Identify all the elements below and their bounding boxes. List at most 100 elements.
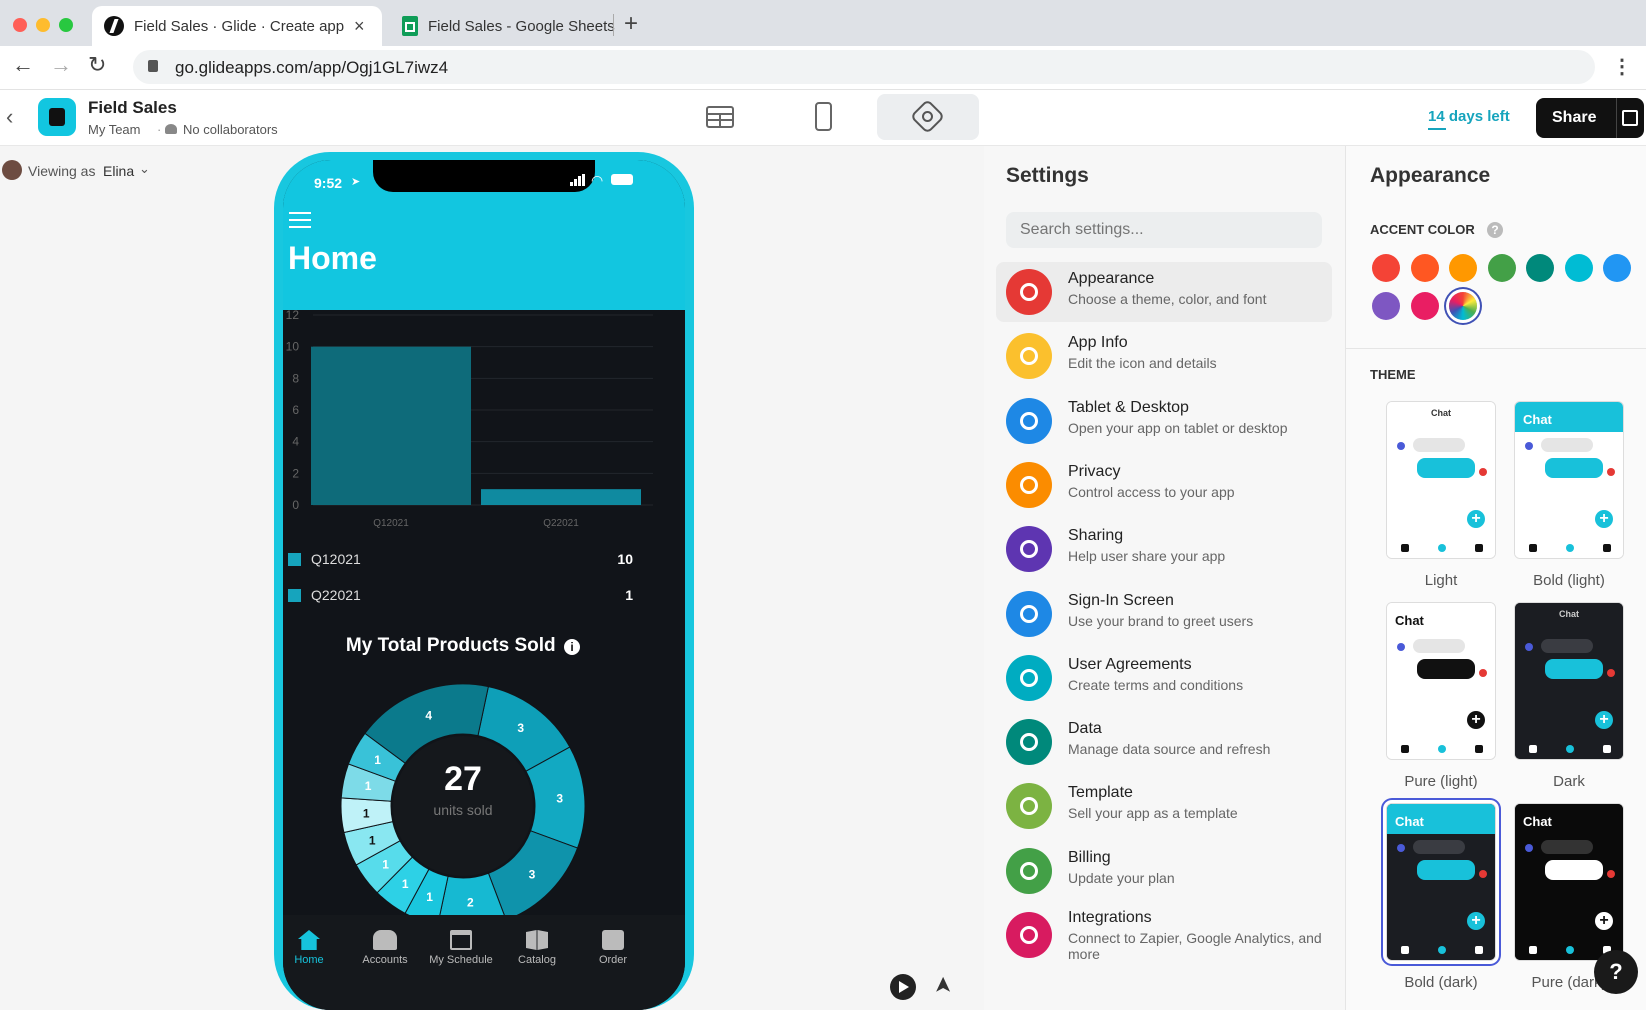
browser-menu-icon[interactable]: ⋮ [1612, 54, 1632, 79]
theme-card-bold-light[interactable]: Chat + [1514, 401, 1624, 559]
y-tick-label: 0 [292, 498, 299, 512]
accent-color-swatch[interactable] [1487, 254, 1516, 282]
y-tick-label: 12 [286, 310, 300, 322]
settings-item-subtitle: Choose a theme, color, and font [1068, 291, 1267, 307]
back-icon[interactable]: ← [12, 52, 34, 78]
settings-item-data[interactable]: Data Manage data source and refresh [996, 712, 1332, 772]
divider [1346, 348, 1646, 349]
plus-icon: + [1595, 711, 1613, 729]
donut-slice-label: 1 [402, 877, 409, 891]
x-tick-label: Q22021 [543, 518, 579, 529]
theme-label-text: Bold (dark) [1404, 974, 1478, 991]
theme-card-pure-light[interactable]: Chat + [1386, 602, 1496, 760]
custom-color-swatch[interactable] [1449, 292, 1477, 320]
chevron-down-icon[interactable]: ⌄ [139, 161, 150, 177]
help-icon[interactable]: ? [1487, 222, 1503, 238]
settings-item-appearance[interactable]: Appearance Choose a theme, color, and fon… [996, 262, 1332, 322]
bar[interactable] [481, 489, 641, 505]
accent-color-swatch[interactable] [1564, 254, 1593, 282]
viewing-as-name[interactable]: Elina [103, 163, 134, 179]
accent-color-swatch[interactable] [1372, 292, 1400, 320]
settings-item-template[interactable]: Template Sell your app as a template [996, 776, 1332, 836]
theme-card-pure-dark[interactable]: Chat + [1514, 803, 1624, 961]
accent-color-label: ACCENT COLOR [1370, 222, 1475, 237]
settings-item-integrations[interactable]: Integrations Connect to Zapier, Google An… [996, 905, 1332, 965]
settings-item-title: Integrations [1068, 909, 1152, 926]
bar[interactable] [311, 346, 471, 505]
billing-icon [1006, 847, 1052, 894]
nav-item-catalog[interactable]: Catalog [497, 920, 577, 966]
cursor-mode-icon[interactable]: ➤ [930, 976, 956, 994]
new-tab-icon[interactable]: + [624, 10, 638, 38]
donut-slice-label: 4 [425, 708, 432, 722]
maximize-window-icon[interactable] [59, 18, 73, 32]
signal-icon [570, 174, 586, 186]
settings-item-user-agreements[interactable]: User Agreements Create terms and conditio… [996, 648, 1332, 708]
app-name: Field Sales [88, 98, 177, 117]
y-tick-label: 2 [292, 466, 299, 480]
theme-label: THEME [1370, 367, 1416, 382]
donut-slice-label: 1 [374, 753, 381, 767]
y-tick-label: 8 [292, 371, 299, 385]
plus-icon: + [1467, 912, 1485, 930]
settings-item-title: Appearance [1068, 270, 1155, 287]
app-logo-icon[interactable] [38, 98, 76, 136]
help-button[interactable]: ? [1594, 950, 1638, 994]
close-window-icon[interactable] [13, 18, 27, 32]
settings-item-app-info[interactable]: App Info Edit the icon and details [996, 326, 1332, 386]
nav-item-my-schedule[interactable]: My Schedule [421, 920, 501, 966]
settings-item-billing[interactable]: Billing Update your plan [996, 841, 1332, 901]
external-link-icon [1622, 110, 1638, 126]
nav-label: Accounts [362, 954, 408, 966]
accent-color-swatch[interactable] [1449, 254, 1477, 282]
glide-icon [104, 16, 124, 36]
plus-icon: + [1595, 912, 1613, 930]
bar-chart: 0 2 4 6 8 10 12 Q12021 Q22021 [286, 310, 653, 529]
settings-item-sign-in-screen[interactable]: Sign-In Screen Use your brand to greet us… [996, 584, 1332, 644]
settings-item-tablet-desktop[interactable]: Tablet & Desktop Open your app on tablet … [996, 391, 1332, 451]
search-settings-input[interactable] [1006, 212, 1322, 248]
minimize-window-icon[interactable] [36, 18, 50, 32]
theme-card-light[interactable]: Chat + [1386, 401, 1496, 559]
accent-color-swatch[interactable] [1410, 292, 1439, 320]
browser-tab-sheets[interactable]: Field Sales - Google Sheets [390, 6, 630, 46]
play-button[interactable] [890, 974, 916, 1000]
trial-days-left[interactable]: 14 days left [1428, 108, 1510, 125]
theme-card-title: Chat [1395, 814, 1424, 829]
settings-tab[interactable] [877, 94, 979, 140]
theme-card-dark[interactable]: Chat + [1514, 602, 1624, 760]
settings-item-title: Sharing [1068, 527, 1124, 545]
settings-item-subtitle: Control access to your app [1068, 483, 1235, 500]
plus-icon: + [1595, 510, 1613, 528]
back-chevron-icon[interactable]: ‹ [6, 104, 13, 130]
screen-title: Home [288, 240, 377, 276]
reload-icon[interactable]: ↻ [88, 52, 106, 78]
data-editor-icon[interactable] [706, 106, 734, 128]
settings-item-sharing[interactable]: Sharing Help user share your app [996, 519, 1332, 579]
theme-card-bold-dark[interactable]: Chat + [1386, 803, 1496, 961]
hamburger-menu-icon[interactable] [289, 212, 311, 228]
battery-icon [611, 174, 633, 185]
settings-item-subtitle: Connect to Zapier, Google Analytics, and… [1068, 930, 1322, 962]
status-time: 9:52 [314, 175, 343, 191]
forward-icon[interactable]: → [50, 52, 72, 78]
share-button[interactable]: Share [1536, 98, 1644, 138]
layout-editor-icon[interactable] [815, 102, 832, 131]
accent-color-swatch[interactable] [1603, 254, 1631, 282]
dot-separator: · [157, 122, 162, 137]
nav-item-home[interactable]: Home [283, 920, 349, 966]
browser-tab-glide[interactable]: Field Sales · Glide · Create apps × [92, 6, 382, 46]
nav-label: My Schedule [429, 954, 493, 966]
nav-item-accounts[interactable]: Accounts [345, 920, 425, 966]
legend-row: Q22021 1 [288, 581, 633, 615]
settings-item-privacy[interactable]: Privacy Control access to your app [996, 455, 1332, 515]
settings-item-title: Billing [1068, 848, 1111, 866]
accent-color-swatch[interactable] [1410, 254, 1439, 282]
accent-color-swatch[interactable] [1526, 254, 1554, 282]
tab-close-icon[interactable]: × [354, 16, 365, 37]
nav-item-order[interactable]: Order [573, 920, 653, 966]
accent-color-swatch[interactable] [1372, 254, 1400, 282]
share-label: Share [1552, 109, 1597, 126]
info-icon[interactable]: i [564, 639, 581, 655]
legend-row: Q12021 10 [288, 545, 633, 579]
